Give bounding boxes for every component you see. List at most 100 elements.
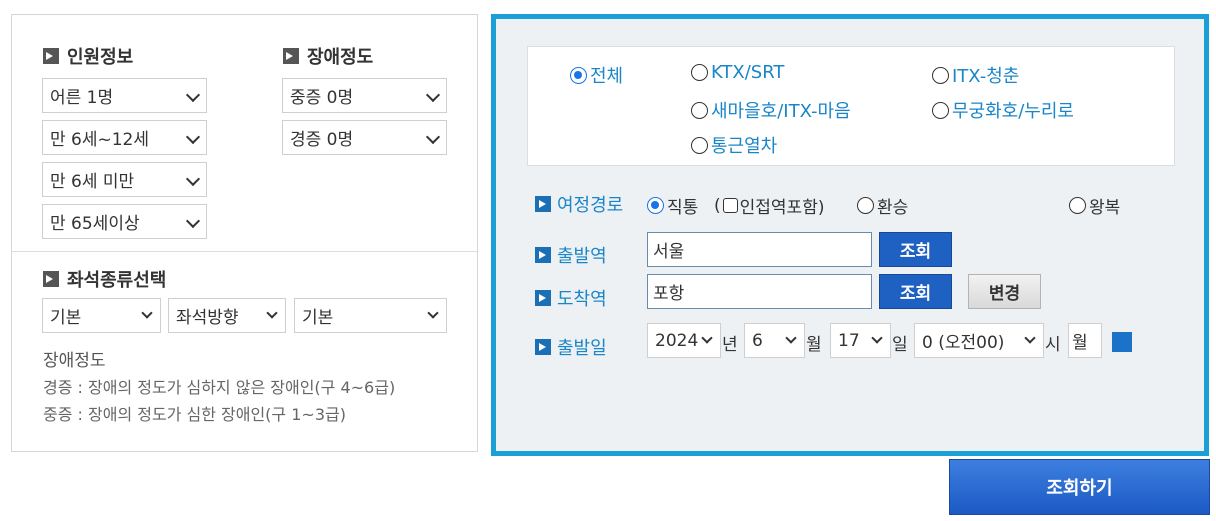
seat-type-title: 좌석종류선택	[67, 270, 167, 291]
child-select-value: 만 6세~12세	[50, 130, 150, 150]
seat-direction-value: 좌석방향	[176, 308, 239, 328]
train-radio-saemaeul-label: 새마을호/ITX-마음	[711, 101, 851, 122]
arrow-right-icon	[535, 247, 551, 263]
arrival-label-text: 도착역	[557, 289, 607, 310]
train-radio-mugunghwa[interactable]: 무궁화호/누리로	[932, 97, 1074, 123]
radio-selected-icon	[647, 197, 664, 214]
route-radio-round-trip[interactable]: 왕복	[1069, 193, 1120, 218]
chevron-down-icon	[701, 332, 713, 344]
train-radio-ktx-label: KTX/SRT	[711, 62, 785, 83]
departure-station-input[interactable]: 서울	[647, 232, 872, 267]
passenger-panel: 인원정보 장애정도 어른 1명 만 6세~12세 만 6세 미만 만 65세이상…	[11, 14, 478, 452]
chevron-down-icon	[785, 332, 797, 344]
severe-disability-select[interactable]: 중증 0명	[282, 78, 447, 113]
swap-stations-button[interactable]: 변경	[968, 274, 1041, 309]
calendar-icon[interactable]	[1112, 332, 1132, 352]
chevron-down-icon	[185, 171, 201, 187]
child-select[interactable]: 만 6세~12세	[42, 120, 207, 155]
seat-position-value: 기본	[302, 308, 334, 328]
radio-icon	[857, 197, 874, 214]
disability-note-severe: 중증 : 장애의 정도가 심한 장애인(구 1~3급)	[43, 405, 346, 424]
day-unit: 일	[892, 335, 908, 355]
chevron-down-icon	[1024, 332, 1036, 344]
day-value: 17	[838, 330, 860, 351]
senior-select[interactable]: 만 65세이상	[42, 204, 207, 239]
radio-icon	[691, 101, 708, 119]
mild-disability-select[interactable]: 경증 0명	[282, 120, 447, 155]
search-trains-button[interactable]: 조회하기	[949, 459, 1210, 515]
arrow-right-icon	[283, 48, 299, 64]
disability-note-mild: 경증 : 장애의 정도가 심하지 않은 장애인(구 4~6급)	[43, 378, 396, 397]
departure-label: 출발역	[535, 242, 607, 268]
seat-position-select[interactable]: 기본	[294, 298, 447, 333]
train-radio-itx-cheongchun[interactable]: ITX-청춘	[932, 62, 1019, 88]
route-round-trip-label: 왕복	[1089, 198, 1121, 218]
chevron-down-icon	[185, 87, 201, 103]
hour-value: 0 (오전00)	[922, 333, 1005, 353]
passenger-info-title: 인원정보	[67, 47, 134, 68]
year-select[interactable]: 2024	[647, 323, 721, 358]
radio-icon	[691, 64, 708, 81]
date-label-text: 출발일	[557, 338, 607, 359]
train-radio-saemaeul[interactable]: 새마을호/ITX-마음	[691, 97, 851, 123]
adult-select[interactable]: 어른 1명	[42, 78, 207, 113]
hour-select[interactable]: 0 (오전00)	[914, 323, 1044, 358]
disability-note-title: 장애정도	[43, 351, 106, 371]
month-unit: 월	[806, 335, 822, 355]
train-radio-all[interactable]: 전체	[570, 62, 623, 88]
year-value: 2024	[655, 330, 699, 351]
chevron-down-icon	[185, 213, 201, 229]
train-radio-mugunghwa-label: 무궁화호/누리로	[952, 101, 1074, 122]
route-radio-transfer[interactable]: 환승	[857, 193, 908, 218]
radio-icon	[1069, 197, 1086, 214]
disability-title: 장애정도	[307, 47, 374, 68]
infant-select[interactable]: 만 6세 미만	[42, 162, 207, 197]
arrow-right-icon	[535, 339, 551, 355]
train-radio-all-label: 전체	[590, 66, 624, 87]
radio-icon	[691, 136, 708, 154]
hour-unit: 시	[1045, 335, 1061, 355]
train-radio-commuter[interactable]: 통근열차	[691, 132, 777, 158]
include-nearby-checkbox[interactable]: ( 인접역포함)	[714, 193, 824, 219]
section-divider	[12, 251, 477, 252]
train-type-box: 전체 KTX/SRT ITX-청춘 새마을호/ITX-마음 무궁화호/누리로 통…	[527, 46, 1175, 166]
seat-type-value: 기본	[50, 308, 82, 328]
arrival-search-button[interactable]: 조회	[879, 274, 952, 309]
train-radio-itx-cheongchun-label: ITX-청춘	[952, 66, 1020, 87]
route-search-panel: 전체 KTX/SRT ITX-청춘 새마을호/ITX-마음 무궁화호/누리로 통…	[491, 14, 1209, 456]
day-select[interactable]: 17	[830, 323, 891, 358]
radio-selected-icon	[570, 66, 587, 84]
date-label: 출발일	[535, 334, 607, 360]
chevron-down-icon	[141, 307, 153, 319]
arrival-label: 도착역	[535, 285, 607, 311]
month-value: 6	[752, 330, 763, 351]
checkbox-icon	[722, 198, 738, 213]
seat-type-select[interactable]: 기본	[42, 298, 161, 333]
train-radio-ktx[interactable]: KTX/SRT	[691, 62, 784, 83]
chevron-down-icon	[266, 307, 278, 319]
weekday-display: 월	[1068, 323, 1102, 358]
seat-type-heading: 좌석종류선택	[43, 266, 166, 292]
radio-icon	[932, 101, 949, 119]
arrival-station-input[interactable]: 포항	[647, 274, 872, 309]
route-radio-direct[interactable]: 직통	[647, 193, 698, 218]
seat-direction-select[interactable]: 좌석방향	[168, 298, 286, 333]
train-radio-commuter-label: 통근열차	[711, 136, 778, 157]
year-unit: 년	[722, 335, 738, 355]
arrow-right-icon	[43, 271, 59, 287]
severe-disability-value: 중증 0명	[290, 88, 354, 108]
arrow-right-icon	[43, 48, 59, 64]
disability-heading: 장애정도	[283, 43, 373, 69]
month-select[interactable]: 6	[744, 323, 805, 358]
chevron-down-icon	[185, 129, 201, 145]
route-label: 여정경로	[535, 191, 623, 217]
route-direct-label: 직통	[667, 198, 699, 218]
arrow-right-icon	[535, 290, 551, 306]
adult-select-value: 어른 1명	[50, 88, 114, 108]
mild-disability-value: 경증 0명	[290, 130, 354, 150]
chevron-down-icon	[427, 307, 439, 319]
weekday-value: 월	[1072, 333, 1088, 353]
departure-label-text: 출발역	[557, 246, 607, 267]
infant-select-value: 만 6세 미만	[50, 172, 135, 192]
departure-search-button[interactable]: 조회	[879, 232, 952, 267]
